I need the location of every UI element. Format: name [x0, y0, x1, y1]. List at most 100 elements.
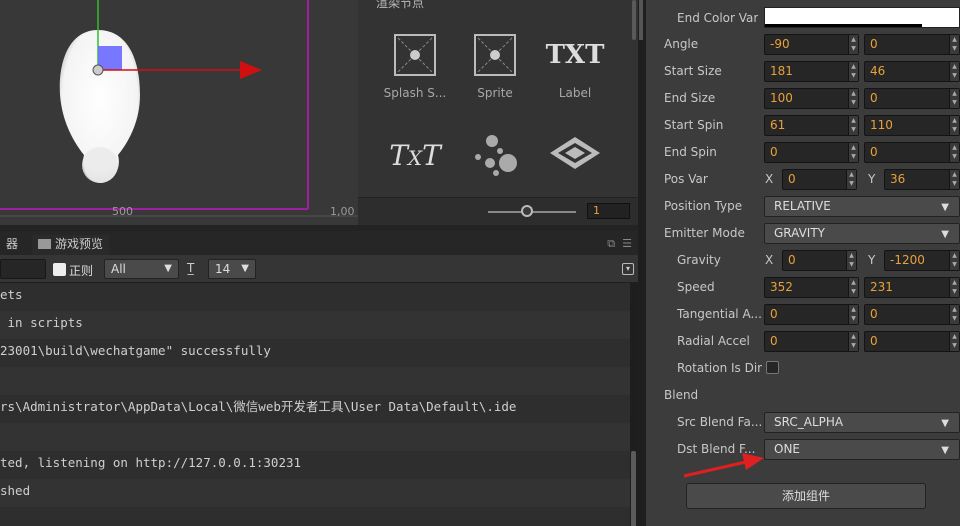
speed-var-input[interactable]: 231 ▲ ▼ [864, 277, 960, 298]
console-panel: 器 游戏预览 ⧉ ☰ 正则 All ▼ T̲ 14 ▼ ▾ ets in scrip… [0, 225, 638, 526]
log-line: rs\Administrator\AppData\Local\微信web开发者工… [0, 395, 630, 423]
pos-var-x-input[interactable]: 0 ▲ ▼ [782, 169, 857, 190]
spinner-icon[interactable]: ▲ ▼ [949, 89, 959, 108]
spinner-icon[interactable]: ▲ ▼ [949, 62, 959, 81]
end-size-input[interactable]: 100 ▲ ▼ [764, 88, 859, 109]
radial-accel-input[interactable]: 0 ▲ ▼ [764, 331, 859, 352]
prop-label: Gravity [677, 253, 721, 267]
tab-console[interactable]: 器 [0, 235, 24, 255]
node-label-item[interactable]: TXT Label [535, 30, 615, 100]
dst-blend-select[interactable]: ONE ▼ [764, 439, 960, 460]
start-size-var-value: 46 [870, 64, 886, 78]
spinner-icon[interactable]: ▲ ▼ [848, 35, 858, 54]
spinner-icon[interactable]: ▲ ▼ [949, 35, 959, 54]
start-size-var-input[interactable]: 46 ▲ ▼ [864, 61, 960, 82]
prop-label: Emitter Mode [664, 226, 745, 240]
spinner-icon[interactable]: ▲ ▼ [949, 170, 959, 189]
angle-input[interactable]: -90 ▲ ▼ [764, 34, 859, 55]
zoom-input[interactable]: 1 [587, 203, 630, 219]
tangential-accel-input[interactable]: 0 ▲ ▼ [764, 304, 859, 325]
rotation-is-dir-checkbox[interactable] [766, 361, 779, 374]
spinner-icon[interactable]: ▲ ▼ [846, 170, 856, 189]
start-size-input[interactable]: 181 ▲ ▼ [764, 61, 859, 82]
angle-var-input[interactable]: 0 ▲ ▼ [864, 34, 960, 55]
end-spin-input[interactable]: 0 ▲ ▼ [764, 142, 859, 163]
gravity-y-value: -1200 [890, 253, 925, 267]
y-label: Y [868, 253, 876, 267]
end-color-var-swatch[interactable] [764, 7, 960, 28]
font-size-value: 14 [215, 262, 231, 276]
spinner-icon[interactable]: ▲ ▼ [949, 251, 959, 270]
angle-value: -90 [770, 37, 790, 51]
end-size-var-input[interactable]: 0 ▲ ▼ [864, 88, 960, 109]
richtext-icon: TXT [389, 138, 441, 172]
panel-options[interactable]: ⧉ ☰ [607, 237, 632, 251]
node-tiledmap[interactable] [535, 137, 615, 180]
prop-label: Position Type [664, 199, 743, 213]
node-splash-sprite[interactable]: Splash S... [375, 30, 455, 100]
label-txt-icon: TXT [545, 40, 605, 70]
radial-accel-var-input[interactable]: 0 ▲ ▼ [864, 331, 960, 352]
log-scrollbar[interactable] [630, 283, 638, 526]
x-label: X [765, 172, 774, 186]
regex-checkbox[interactable] [53, 263, 66, 276]
prop-label: Tangential A... [677, 307, 761, 321]
spinner-icon[interactable]: ▲ ▼ [848, 89, 858, 108]
speed-value: 352 [770, 280, 793, 294]
end-spin-var-input[interactable]: 0 ▲ ▼ [864, 142, 960, 163]
tangential-accel-var-input[interactable]: 0 ▲ ▼ [864, 304, 960, 325]
start-spin-var-value: 110 [870, 118, 893, 132]
log-level-select[interactable]: All ▼ [104, 259, 179, 279]
src-blend-select[interactable]: SRC_ALPHA ▼ [764, 412, 960, 433]
gravity-x-input[interactable]: 0 ▲ ▼ [782, 250, 857, 271]
pos-var-y-input[interactable]: 36 ▲ ▼ [884, 169, 960, 190]
spinner-icon[interactable]: ▲ ▼ [848, 332, 858, 351]
zoom-slider-knob[interactable] [521, 205, 533, 217]
panel-divider[interactable] [638, 0, 646, 526]
menu-icon[interactable]: ☰ [622, 237, 632, 250]
spinner-icon[interactable]: ▲ ▼ [949, 305, 959, 324]
prop-end-color-var: End Color Var [646, 5, 960, 32]
divider-scroll-thumb[interactable] [639, 0, 643, 40]
spinner-icon[interactable]: ▲ ▼ [848, 278, 858, 297]
spinner-icon[interactable]: ▲ ▼ [949, 332, 959, 351]
spinner-icon[interactable]: ▲ ▼ [846, 251, 856, 270]
gravity-y-input[interactable]: -1200 ▲ ▼ [884, 250, 960, 271]
spinner-icon[interactable]: ▲ ▼ [848, 143, 858, 162]
start-spin-value: 61 [770, 118, 786, 132]
maximize-icon[interactable]: ⧉ [607, 237, 615, 250]
spinner-icon[interactable]: ▲ ▼ [949, 143, 959, 162]
speed-input[interactable]: 352 ▲ ▼ [764, 277, 859, 298]
add-component-button[interactable]: 添加组件 [686, 483, 926, 509]
log-line: ets [0, 283, 630, 311]
prop-speed: Speed 352 ▲ ▼ 231 ▲ ▼ [646, 274, 960, 301]
spinner-icon[interactable]: ▲ ▼ [949, 116, 959, 135]
font-size-icon: T̲ [187, 261, 195, 275]
radial-accel-value: 0 [770, 334, 778, 348]
spinner-icon[interactable]: ▲ ▼ [848, 116, 858, 135]
node-label: Label [558, 86, 592, 100]
collapse-icon[interactable]: ▾ [622, 263, 634, 275]
node-particle[interactable] [455, 135, 535, 180]
sprite-icon [455, 30, 535, 80]
node-library-scrollbar[interactable] [632, 0, 636, 40]
node-richtext[interactable]: TXT [375, 139, 455, 180]
filter-input[interactable] [0, 259, 46, 279]
log-scrollbar-thumb[interactable] [631, 451, 636, 526]
prop-start-spin: Start Spin 61 ▲ ▼ 110 ▲ ▼ [646, 112, 960, 139]
position-type-select[interactable]: RELATIVE ▼ [764, 196, 960, 217]
chevron-down-icon: ▼ [164, 263, 172, 274]
emitter-mode-select[interactable]: GRAVITY ▼ [764, 223, 960, 244]
spinner-icon[interactable]: ▲ ▼ [848, 62, 858, 81]
node-sprite[interactable]: Sprite [455, 30, 535, 100]
spinner-icon[interactable]: ▲ ▼ [848, 305, 858, 324]
start-spin-var-input[interactable]: 110 ▲ ▼ [864, 115, 960, 136]
tab-game-preview[interactable]: 游戏预览 [32, 235, 110, 255]
font-size-select[interactable]: 14 ▼ [208, 259, 256, 279]
start-spin-input[interactable]: 61 ▲ ▼ [764, 115, 859, 136]
scene-view[interactable]: 500 1,00 [0, 0, 358, 225]
prop-label: Pos Var [664, 172, 708, 186]
scene-canvas[interactable] [0, 0, 358, 225]
spinner-icon[interactable]: ▲ ▼ [949, 278, 959, 297]
node-library-header: 渲染节点 [376, 0, 425, 10]
